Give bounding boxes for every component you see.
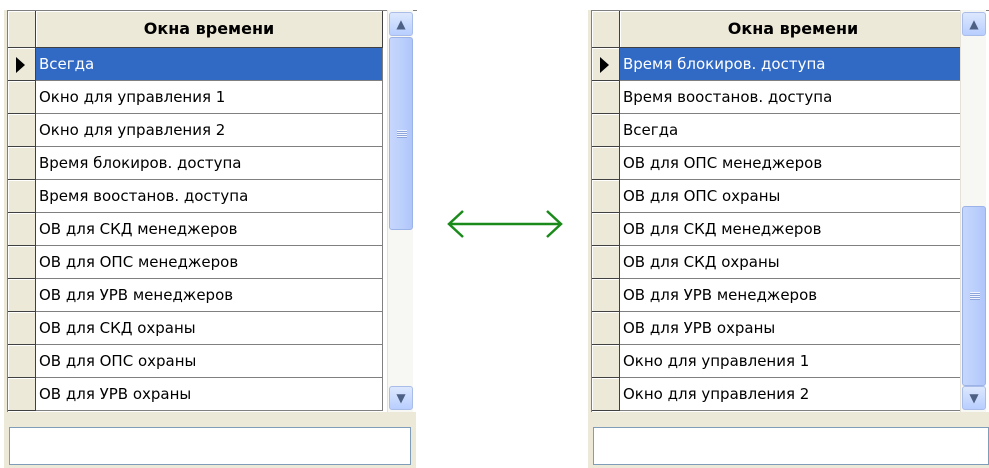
table-row[interactable]: Окно для управления 2	[592, 378, 967, 411]
row-indicator[interactable]	[8, 279, 36, 312]
row-indicator[interactable]	[8, 378, 36, 411]
table-row[interactable]: ОВ для СКД охраны	[8, 312, 383, 345]
table-row[interactable]: ОВ для УРВ менеджеров	[8, 279, 383, 312]
table-row[interactable]: Окно для управления 2	[8, 114, 383, 147]
table-row[interactable]: Время воостанов. доступа	[592, 81, 967, 114]
table-row[interactable]: Время блокиров. доступа	[592, 48, 967, 81]
row-indicator[interactable]	[8, 345, 36, 378]
footer-field[interactable]	[593, 427, 989, 465]
row-label[interactable]: Время воостанов. доступа	[620, 81, 967, 114]
row-label[interactable]: ОВ для СКД охраны	[620, 246, 967, 279]
column-header-time-windows[interactable]: Окна времени	[36, 11, 383, 48]
scroll-thumb[interactable]	[389, 37, 413, 230]
time-windows-grid-right: Окна времени Время блокиров. доступа Врем…	[591, 10, 989, 412]
right-panel: Окна времени Время блокиров. доступа Врем…	[588, 10, 989, 468]
row-indicator[interactable]	[592, 246, 620, 279]
row-indicator[interactable]	[592, 81, 620, 114]
row-indicator[interactable]	[8, 114, 36, 147]
row-label[interactable]: Время блокиров. доступа	[36, 147, 383, 180]
table-row[interactable]: ОВ для ОПС менеджеров	[592, 147, 967, 180]
row-label[interactable]: Время воостанов. доступа	[36, 180, 383, 213]
row-pointer-icon	[16, 57, 25, 73]
row-label[interactable]: Время блокиров. доступа	[620, 48, 967, 81]
table-row[interactable]: ОВ для ОПС охраны	[8, 345, 383, 378]
vertical-scrollbar[interactable]: ▲ ▼	[960, 10, 986, 412]
table-row[interactable]: ОВ для СКД менеджеров	[592, 213, 967, 246]
chevron-up-icon[interactable]: ▲	[389, 12, 413, 36]
row-label[interactable]: ОВ для СКД менеджеров	[36, 213, 383, 246]
row-label[interactable]: Окно для управления 2	[620, 378, 967, 411]
row-label[interactable]: ОВ для УРВ менеджеров	[620, 279, 967, 312]
row-indicator[interactable]	[592, 312, 620, 345]
vertical-scrollbar[interactable]: ▲ ▼	[387, 10, 413, 412]
row-label[interactable]: ОВ для СКД охраны	[36, 312, 383, 345]
table-row[interactable]: ОВ для УРВ охраны	[8, 378, 383, 411]
chevron-up-icon[interactable]: ▲	[962, 12, 986, 36]
double-arrow-icon	[447, 210, 563, 238]
table-row[interactable]: Всегда	[8, 48, 383, 81]
row-label[interactable]: ОВ для ОПС охраны	[36, 345, 383, 378]
row-label[interactable]: ОВ для УРВ охраны	[36, 378, 383, 411]
row-indicator[interactable]	[8, 48, 36, 81]
row-indicator[interactable]	[592, 147, 620, 180]
grip-icon	[397, 129, 407, 138]
grid-header: Окна времени	[592, 11, 967, 48]
footer-field[interactable]	[9, 427, 411, 465]
row-label[interactable]: Окно для управления 2	[36, 114, 383, 147]
row-indicator[interactable]	[592, 213, 620, 246]
row-label[interactable]: Всегда	[620, 114, 967, 147]
row-indicator[interactable]	[592, 180, 620, 213]
row-indicator[interactable]	[592, 114, 620, 147]
row-indicator[interactable]	[8, 180, 36, 213]
row-indicator[interactable]	[8, 213, 36, 246]
header-indicator-cell	[8, 11, 36, 48]
row-indicator[interactable]	[592, 378, 620, 411]
left-panel: Окна времени Всегда Окно для управления 1…	[4, 10, 417, 468]
row-indicator[interactable]	[592, 279, 620, 312]
row-label[interactable]: Окно для управления 1	[620, 345, 967, 378]
table-row[interactable]: ОВ для УРВ охраны	[592, 312, 967, 345]
row-indicator[interactable]	[592, 345, 620, 378]
row-indicator[interactable]	[8, 246, 36, 279]
table-row[interactable]: Время блокиров. доступа	[8, 147, 383, 180]
grid-rows: Время блокиров. доступа Время воостанов. …	[592, 48, 967, 411]
table-row[interactable]: ОВ для СКД менеджеров	[8, 213, 383, 246]
chevron-down-icon[interactable]: ▼	[389, 386, 413, 410]
row-indicator[interactable]	[592, 48, 620, 81]
chevron-down-icon[interactable]: ▼	[962, 386, 986, 410]
row-label[interactable]: Окно для управления 1	[36, 81, 383, 114]
row-indicator[interactable]	[8, 147, 36, 180]
header-indicator-cell	[592, 11, 620, 48]
table-row[interactable]: ОВ для СКД охраны	[592, 246, 967, 279]
table-row[interactable]: Всегда	[592, 114, 967, 147]
row-label[interactable]: ОВ для ОПС охраны	[620, 180, 967, 213]
row-label[interactable]: ОВ для СКД менеджеров	[620, 213, 967, 246]
table-row[interactable]: ОВ для ОПС охраны	[592, 180, 967, 213]
table-row[interactable]: Окно для управления 1	[592, 345, 967, 378]
grip-icon	[970, 292, 980, 300]
table-row[interactable]: ОВ для УРВ менеджеров	[592, 279, 967, 312]
row-indicator[interactable]	[8, 81, 36, 114]
table-row[interactable]: ОВ для ОПС менеджеров	[8, 246, 383, 279]
row-label[interactable]: ОВ для УРВ охраны	[620, 312, 967, 345]
time-windows-grid-left: Окна времени Всегда Окно для управления 1…	[7, 10, 417, 412]
row-indicator[interactable]	[8, 312, 36, 345]
row-label[interactable]: ОВ для ОПС менеджеров	[620, 147, 967, 180]
row-label[interactable]: ОВ для ОПС менеджеров	[36, 246, 383, 279]
row-label[interactable]: Всегда	[36, 48, 383, 81]
scroll-thumb[interactable]	[962, 206, 986, 386]
table-row[interactable]: Время воостанов. доступа	[8, 180, 383, 213]
row-pointer-icon	[600, 57, 609, 73]
grid-rows: Всегда Окно для управления 1 Окно для упра…	[8, 48, 383, 411]
column-header-time-windows[interactable]: Окна времени	[620, 11, 967, 48]
grid-header: Окна времени	[8, 11, 383, 48]
table-row[interactable]: Окно для управления 1	[8, 81, 383, 114]
row-label[interactable]: ОВ для УРВ менеджеров	[36, 279, 383, 312]
